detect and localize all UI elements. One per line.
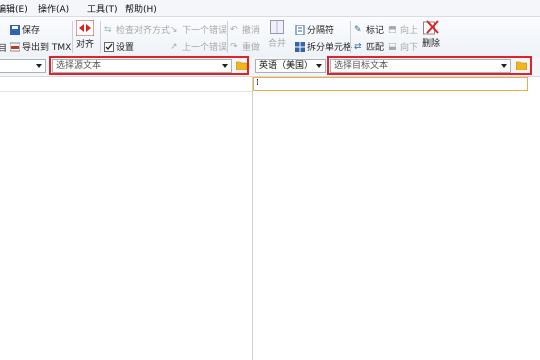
chevron-down-icon — [36, 64, 42, 68]
down-label: 向下 — [400, 43, 419, 53]
up-label: 向上 — [400, 26, 419, 36]
mark-label: 标记 — [366, 26, 385, 36]
match-icon: ⇄ — [354, 41, 362, 52]
next-error-icon: ↘ — [170, 24, 178, 35]
delete-button[interactable]: 删除 — [422, 20, 440, 49]
match-button[interactable]: ⇄ 匹配 — [354, 40, 385, 54]
target-language-select[interactable]: 英语（美国） — [255, 59, 326, 73]
merge-button[interactable]: 合并 — [268, 20, 286, 49]
check-alignment-button[interactable]: ⇆ 检查对齐方式 — [104, 23, 171, 37]
down-icon: ⬓ — [388, 41, 397, 52]
split-cell-label: 拆分单元格 — [307, 43, 353, 53]
pane-splitter[interactable] — [252, 76, 253, 360]
check-alignment-icon: ⇆ — [104, 24, 112, 35]
mark-icon: ✎ — [354, 24, 362, 35]
menu-edit[interactable]: 编辑(E) — [0, 2, 28, 15]
up-icon: ⬒ — [388, 24, 397, 35]
align-label: 对齐 — [76, 40, 95, 50]
prev-error-button[interactable]: ↗ 上一个错误 — [170, 40, 228, 54]
undo-label: 撤消 — [242, 26, 261, 36]
toolbar: 目 保存 导出到 TMX 对齐 ⇆ 检查对齐方式 设置 ↘ 下一个错误 ↗ 上一… — [0, 17, 540, 58]
chevron-down-icon — [316, 64, 322, 68]
file-label: 目 — [0, 44, 8, 54]
delete-icon — [423, 20, 439, 35]
redo-button[interactable]: ↷ 重做 — [230, 40, 261, 54]
separator-icon — [295, 24, 305, 35]
tmx-icon — [10, 42, 20, 51]
delete-label: 删除 — [422, 39, 441, 49]
save-label: 保存 — [22, 26, 41, 36]
mark-button[interactable]: ✎ 标记 — [354, 23, 385, 37]
text-cursor-icon: ⁞ — [256, 78, 259, 88]
target-language-value: 英语（美国） — [259, 61, 314, 71]
match-label: 匹配 — [366, 43, 385, 53]
up-button[interactable]: ⬒ 向上 — [388, 23, 419, 37]
save-button[interactable]: 保存 — [10, 23, 40, 36]
save-icon — [10, 24, 20, 35]
merge-label: 合并 — [268, 39, 287, 49]
undo-button[interactable]: ↶ 撤消 — [230, 23, 261, 37]
source-highlight-box — [49, 56, 249, 75]
align-button[interactable]: 对齐 — [76, 20, 94, 50]
checkbox-icon — [104, 41, 114, 52]
down-button[interactable]: ⬓ 向下 — [388, 40, 419, 54]
source-language-select[interactable] — [0, 59, 46, 73]
prev-error-icon: ↗ — [170, 41, 178, 52]
merge-icon — [270, 20, 284, 34]
source-segment-row[interactable] — [0, 77, 252, 92]
menu-tools[interactable]: 工具(T) — [87, 2, 118, 15]
undo-icon: ↶ — [230, 24, 238, 35]
separator-label: 分隔符 — [307, 26, 335, 36]
settings-button[interactable]: 设置 — [104, 40, 134, 53]
export-tmx-label: 导出到 TMX — [22, 43, 72, 53]
menu-help[interactable]: 帮助(H) — [125, 2, 157, 15]
split-cell-button[interactable]: 拆分单元格 — [295, 40, 352, 53]
check-alignment-label: 检查对齐方式 — [116, 26, 171, 36]
settings-label: 设置 — [116, 43, 135, 53]
split-cell-icon — [295, 41, 305, 52]
redo-label: 重做 — [242, 43, 261, 53]
next-error-label: 下一个错误 — [182, 26, 228, 36]
menu-bar: 编辑(E) 操作(A) 工具(T) 帮助(H) — [0, 0, 540, 17]
separator-button[interactable]: 分隔符 — [295, 23, 334, 36]
export-tmx-button[interactable]: 导出到 TMX — [10, 40, 71, 53]
redo-icon: ↷ — [230, 41, 238, 52]
prev-error-label: 上一个错误 — [182, 43, 228, 53]
next-error-button[interactable]: ↘ 下一个错误 — [170, 23, 228, 37]
target-highlight-box — [327, 56, 532, 75]
align-icon — [76, 20, 94, 36]
target-segment-row[interactable]: ⁞ — [253, 77, 528, 91]
menu-action[interactable]: 操作(A) — [38, 2, 69, 15]
